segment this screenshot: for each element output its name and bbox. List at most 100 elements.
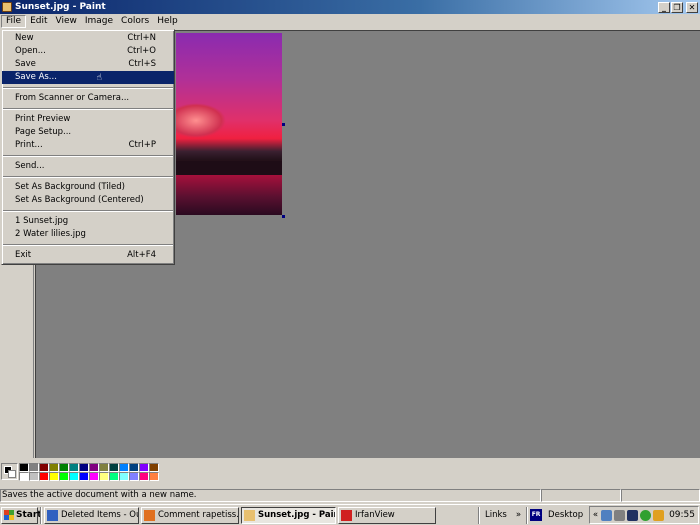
- color-swatch[interactable]: [59, 463, 69, 472]
- resize-handle-corner[interactable]: [282, 215, 285, 218]
- color-swatch[interactable]: [149, 472, 159, 481]
- color-swatch[interactable]: [59, 472, 69, 481]
- menu-item-label: 1 Sunset.jpg: [15, 216, 69, 226]
- color-swatch[interactable]: [129, 463, 139, 472]
- color-swatch[interactable]: [139, 463, 149, 472]
- za-tray-icon[interactable]: [627, 509, 639, 521]
- task-label: Deleted Items - Ou...: [61, 510, 138, 520]
- menu-item-open[interactable]: Open... Ctrl+O: [2, 45, 174, 58]
- menu-item-label: Save As...: [15, 72, 57, 82]
- menu-item-save-as[interactable]: Save As... ☝: [2, 71, 174, 84]
- color-swatch[interactable]: [69, 472, 79, 481]
- clock[interactable]: 09:55: [669, 510, 695, 520]
- taskbar-task-button[interactable]: Deleted Items - Ou...: [44, 506, 139, 524]
- color-swatch[interactable]: [119, 472, 129, 481]
- background-color: [8, 470, 16, 478]
- status-tray-icon[interactable]: [653, 509, 665, 521]
- sunset-image-canvas[interactable]: [176, 33, 282, 215]
- links-toolbar[interactable]: Links: [485, 510, 507, 520]
- menu-separator: [3, 87, 173, 89]
- system-tray: « 09:55: [588, 506, 699, 524]
- update-tray-icon[interactable]: [640, 509, 652, 521]
- color-swatch[interactable]: [99, 463, 109, 472]
- menu-separator: [3, 155, 173, 157]
- menu-item-save[interactable]: Save Ctrl+S: [2, 58, 174, 71]
- paint-app-icon[interactable]: [2, 2, 12, 12]
- menu-separator: [3, 108, 173, 110]
- menu-help[interactable]: Help: [153, 15, 182, 28]
- menu-file[interactable]: File: [1, 15, 27, 28]
- menu-item-set-as-background-tiled[interactable]: Set As Background (Tiled): [2, 181, 174, 194]
- menu-colors[interactable]: Colors: [117, 15, 153, 28]
- menu-item-page-setup[interactable]: Page Setup...: [2, 126, 174, 139]
- color-swatch[interactable]: [119, 463, 129, 472]
- taskbar-task-button[interactable]: IrfanView: [338, 506, 436, 524]
- color-swatch[interactable]: [69, 463, 79, 472]
- menu-item-exit[interactable]: Exit Alt+F4: [2, 249, 174, 262]
- status-panel-coords: [541, 489, 621, 502]
- tray-chevron-icon[interactable]: «: [593, 510, 598, 520]
- color-swatch[interactable]: [49, 463, 59, 472]
- taskbar: Start Deleted Items - Ou... Comment rapet…: [0, 504, 700, 525]
- menu-item-label: Open...: [15, 46, 46, 56]
- minimize-button[interactable]: _: [658, 1, 670, 13]
- taskbar-task-button[interactable]: Sunset.jpg - Paint: [241, 506, 336, 524]
- current-colors-selector[interactable]: [1, 463, 18, 480]
- color-swatch[interactable]: [129, 472, 139, 481]
- menu-item-1-sunset-jpg[interactable]: 1 Sunset.jpg: [2, 215, 174, 228]
- taskbar-separator: [40, 506, 42, 524]
- color-swatch[interactable]: [19, 463, 29, 472]
- menu-separator: [3, 176, 173, 178]
- menu-item-set-as-background-centered[interactable]: Set As Background (Centered): [2, 194, 174, 207]
- color-swatch[interactable]: [79, 463, 89, 472]
- color-swatch[interactable]: [139, 472, 149, 481]
- color-swatch[interactable]: [149, 463, 159, 472]
- start-button[interactable]: Start: [1, 506, 42, 524]
- language-indicator[interactable]: FR: [530, 509, 543, 521]
- color-swatch[interactable]: [89, 472, 99, 481]
- network-tray-icon[interactable]: [601, 509, 613, 521]
- menu-item-label: From Scanner or Camera...: [15, 93, 130, 103]
- restore-button[interactable]: ❐: [671, 1, 683, 13]
- menu-separator: [3, 244, 173, 246]
- menu-item-label: Print Preview: [15, 114, 71, 124]
- menu-item-send[interactable]: Send...: [2, 160, 174, 173]
- color-swatch[interactable]: [79, 472, 89, 481]
- menu-item-new[interactable]: New Ctrl+N: [2, 32, 174, 45]
- task-label: IrfanView: [355, 510, 395, 520]
- menu-item-label: Page Setup...: [15, 127, 72, 137]
- menu-item-label: Save: [15, 59, 36, 69]
- links-chevron-icon[interactable]: »: [516, 510, 521, 520]
- menu-image[interactable]: Image: [81, 15, 117, 28]
- color-swatch[interactable]: [109, 472, 119, 481]
- menu-item-label: New: [15, 33, 34, 43]
- color-swatch[interactable]: [29, 463, 39, 472]
- status-message: Saves the active document with a new nam…: [0, 489, 541, 502]
- desktop-toolbar[interactable]: Desktop: [548, 510, 583, 520]
- color-swatch[interactable]: [39, 463, 49, 472]
- color-swatch[interactable]: [19, 472, 29, 481]
- menu-item-from-scanner-or-camera[interactable]: From Scanner or Camera...: [2, 92, 174, 105]
- menu-edit[interactable]: Edit: [26, 15, 51, 28]
- resize-handle-right[interactable]: [282, 123, 285, 126]
- color-swatch[interactable]: [49, 472, 59, 481]
- taskbar-task-button[interactable]: Comment rapetiss...: [141, 506, 239, 524]
- color-swatch[interactable]: [89, 463, 99, 472]
- color-swatch[interactable]: [29, 472, 39, 481]
- menu-item-print[interactable]: Print... Ctrl+P: [2, 139, 174, 152]
- menu-item-2-water-lilies-jpg[interactable]: 2 Water lilies.jpg: [2, 228, 174, 241]
- close-button[interactable]: ✕: [686, 1, 698, 13]
- menu-item-print-preview[interactable]: Print Preview: [2, 113, 174, 126]
- start-label: Start: [16, 510, 42, 520]
- status-bar: Saves the active document with a new nam…: [0, 489, 700, 503]
- menu-item-label: 2 Water lilies.jpg: [15, 229, 86, 239]
- taskbar-separator-2: [478, 506, 480, 524]
- task-label: Comment rapetiss...: [158, 510, 239, 520]
- color-swatch[interactable]: [99, 472, 109, 481]
- color-swatch[interactable]: [39, 472, 49, 481]
- display-tray-icon[interactable]: [614, 509, 626, 521]
- color-swatch[interactable]: [109, 463, 119, 472]
- color-swatches: [19, 463, 159, 481]
- task-buttons: Deleted Items - Ou... Comment rapetiss...…: [44, 506, 438, 524]
- menu-view[interactable]: View: [52, 15, 81, 28]
